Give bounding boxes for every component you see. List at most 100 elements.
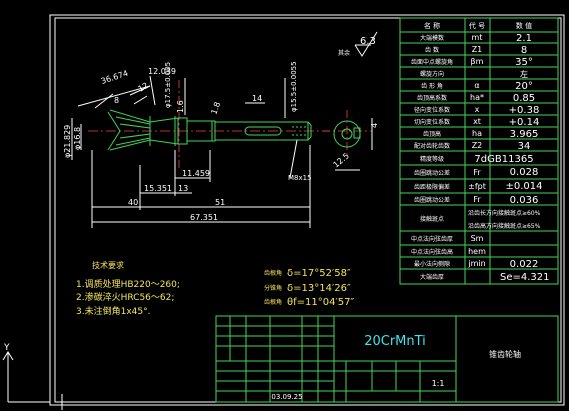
dim-8: 8 xyxy=(114,96,119,105)
param-value: +0.14 xyxy=(509,117,540,128)
contact-spot-line1: 沿齿长方向接触斑点≥60% xyxy=(468,209,541,217)
dim-36674: 36.674 xyxy=(100,69,129,86)
param-value: 34 xyxy=(518,141,531,152)
roughness-value: 6.3 xyxy=(360,36,376,47)
param-value: 3.965 xyxy=(510,129,539,140)
ucs-axis-icon: Y xyxy=(2,343,70,410)
param-name: 齿顶高 xyxy=(423,130,441,138)
dimension-lines xyxy=(71,75,311,228)
param-symbol: jmin xyxy=(467,259,485,268)
param-header-symbol: 代 号 xyxy=(469,21,485,30)
param-name: 接触斑点 xyxy=(420,215,444,223)
cad-drawing-canvas[interactable]: 名 称 代 号 数 值 大端模数 齿 数 齿面中点螺旋角 螺旋方向 齿 形 角 … xyxy=(0,0,569,411)
param-value: 35° xyxy=(515,57,533,68)
parameter-table: 名 称 代 号 数 值 大端模数 齿 数 齿面中点螺旋角 螺旋方向 齿 形 角 … xyxy=(399,17,559,285)
param-symbol: hem xyxy=(468,247,486,256)
dim-14: 14 xyxy=(252,94,262,103)
param-name: 最小法向侧隙 xyxy=(414,260,450,268)
param-name: 螺旋方向 xyxy=(420,70,444,78)
dim-section-12-5: 12.5 xyxy=(332,151,351,169)
param-symbol: ha* xyxy=(470,93,484,102)
dim-13: 13 xyxy=(178,184,188,193)
param-symbol: ha xyxy=(472,129,482,138)
dim-12: 12 xyxy=(137,81,150,94)
param-symbol: Z2 xyxy=(472,141,483,150)
param-symbol: βm xyxy=(471,57,484,66)
param-name: 径向变位系数 xyxy=(414,106,450,114)
param-symbol: Z1 xyxy=(472,45,483,54)
param-header-value: 数 值 xyxy=(516,21,532,30)
cone-angles: 齿根角 δ=17°52′58″ 分锥角 δ=13°14′26″ 齿根角 θf=1… xyxy=(264,268,354,308)
param-value: 8 xyxy=(521,45,527,56)
param-symbol: Fr xyxy=(473,168,481,177)
dim-67351: 67.351 xyxy=(190,213,218,222)
param-name: 齿圈跳动公差 xyxy=(414,169,450,177)
param-name: 配对齿轮齿数 xyxy=(414,142,450,150)
dim-1-6: 1.6 xyxy=(176,100,185,113)
param-symbol: ±fpt xyxy=(468,182,486,191)
contact-spot-line2: 沿齿高方向接触斑点≥65% xyxy=(468,222,541,230)
param-value: 2.1 xyxy=(516,33,532,44)
param-name: 中点法向弦齿厚 xyxy=(411,235,453,243)
technical-requirements: 技术要求 1.调质处理HB220～260; 2.渗碳淬火HRC56～62; 3.… xyxy=(76,260,180,317)
material-name: 20CrMnTi xyxy=(364,334,426,349)
param-value: ±0.014 xyxy=(505,181,542,192)
param-symbol: α xyxy=(474,81,479,90)
param-value: 0.028 xyxy=(510,167,539,178)
angle-value: θf=11°04′57″ xyxy=(287,297,354,308)
dim-11459: 11.459 xyxy=(182,169,210,178)
roughness-suffix: 其余 xyxy=(338,49,350,57)
param-symbol: Sm xyxy=(471,234,484,243)
param-name: 中点法向弦齿高 xyxy=(411,248,453,256)
date-value: 03.09.25 xyxy=(271,393,302,401)
param-value: 0.022 xyxy=(510,259,539,270)
surface-roughness-symbol: 6.3 其余 xyxy=(338,31,378,57)
dim-17-5: φ17.5±0.005 xyxy=(164,62,172,108)
param-value: 左 xyxy=(520,69,528,79)
precision-grade: 7dGB11365 xyxy=(474,154,533,165)
dim-15-5: φ15.5±0.0055 xyxy=(290,61,298,112)
param-name: 齿圈跳动公差 xyxy=(414,196,450,204)
param-name: 齿距极限偏差 xyxy=(414,183,450,191)
keyway-section-view: 4 12.5 xyxy=(322,110,379,171)
param-name: 大端模数 xyxy=(420,34,444,42)
angle-label: 齿根角 xyxy=(264,298,282,306)
dim-15351: 15.351 xyxy=(144,184,172,193)
angle-label: 分锥角 xyxy=(264,284,282,292)
dim-1-8: 1.8 xyxy=(209,101,222,116)
angle-label: 齿根角 xyxy=(264,269,282,277)
param-symbol: Fr xyxy=(473,195,481,204)
dim-16-8: φ16.8 xyxy=(73,127,82,150)
tech-title: 技术要求 xyxy=(92,260,124,270)
param-header-name: 名 称 xyxy=(424,21,440,30)
scale-value: 1:1 xyxy=(432,379,445,388)
param-symbol: xt xyxy=(473,117,481,126)
tech-item: 2.渗碳淬火HRC56～62; xyxy=(76,291,174,303)
dim-51: 51 xyxy=(215,198,225,207)
title-block: 20CrMnTi 锥齿轮轴 1:1 03.09.25 xyxy=(215,315,559,403)
angle-value: δ=13°14′26″ xyxy=(287,283,351,294)
param-name: 齿顶高系数 xyxy=(417,94,447,102)
param-value: 20° xyxy=(515,81,533,92)
dim-section-4: 4 xyxy=(370,123,379,128)
param-symbol: mt xyxy=(472,33,483,42)
dim-m8: M8x15 xyxy=(288,174,312,182)
param-name: 大端齿厚 xyxy=(420,273,444,281)
dim-21-829: φ21.829 xyxy=(63,125,72,158)
tech-item: 1.调质处理HB220～260; xyxy=(76,278,180,290)
param-symbol: x xyxy=(475,105,480,114)
part-name: 锥齿轮轴 xyxy=(489,349,521,359)
angle-value: δ=17°52′58″ xyxy=(287,268,351,279)
param-name: 精度等级 xyxy=(420,155,444,163)
param-name: 切向变位系数 xyxy=(414,118,450,126)
param-value: 0.036 xyxy=(510,195,539,206)
param-value: 0.85 xyxy=(513,93,535,104)
param-name: 齿面中点螺旋角 xyxy=(411,58,453,66)
param-name: 齿 数 xyxy=(425,46,439,54)
tooth-thickness-value: Se=4.321 xyxy=(500,272,550,283)
param-name: 齿 形 角 xyxy=(421,82,443,90)
tech-item: 3.未注倒角1x45°. xyxy=(76,305,150,317)
axis-y-label: Y xyxy=(3,343,10,353)
dim-40: 40 xyxy=(128,198,138,207)
param-value: +0.38 xyxy=(509,105,540,116)
